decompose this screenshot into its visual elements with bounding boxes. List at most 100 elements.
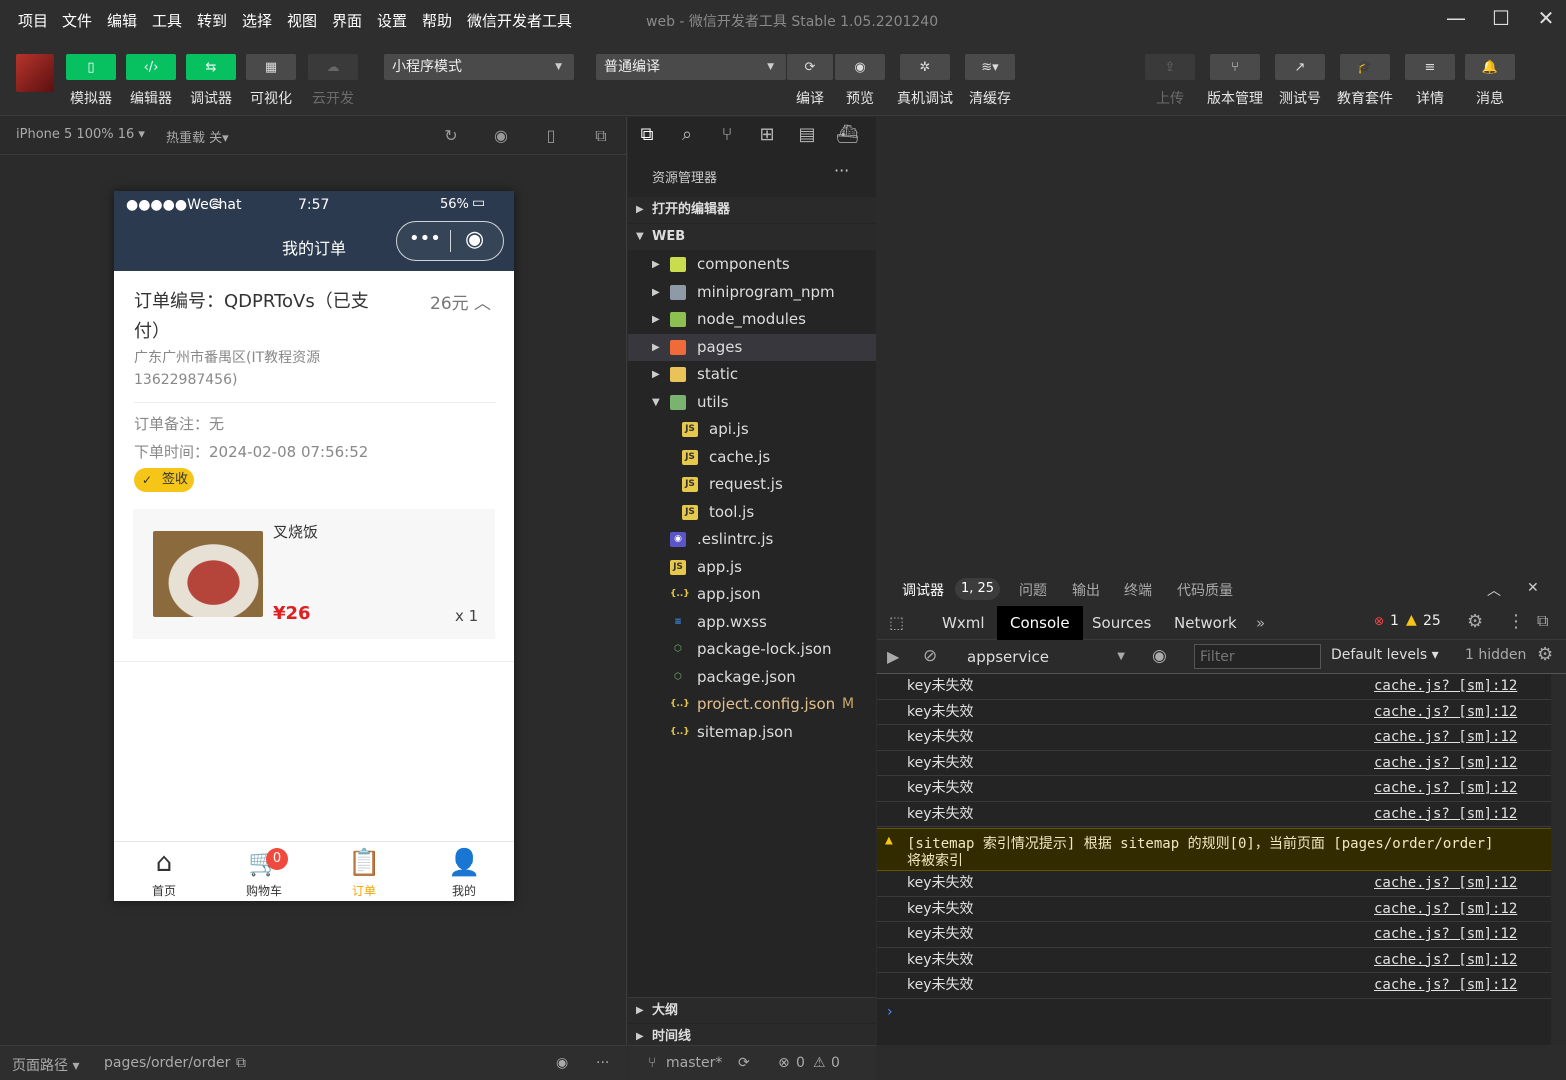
- menu-file[interactable]: 文件: [62, 10, 92, 31]
- warning-count[interactable]: 0: [831, 1055, 840, 1071]
- console-log-row[interactable]: key未失效 cache.js? [sm]:12: [877, 751, 1551, 776]
- compile-dropdown[interactable]: 普通编译 ▼: [596, 54, 786, 80]
- remote-debug-button[interactable]: ✲: [900, 54, 950, 80]
- console-warning-row[interactable]: ▲ [sitemap 索引情况提示] 根据 sitemap 的规则[0]，当前页…: [877, 828, 1551, 871]
- cloud-button[interactable]: ☁: [308, 54, 358, 80]
- debugger-button[interactable]: ⇆: [186, 54, 236, 80]
- messages-button[interactable]: 🔔: [1465, 54, 1515, 80]
- clear-console-icon[interactable]: ⊘: [923, 646, 937, 666]
- console-log-row[interactable]: key未失效 cache.js? [sm]:12: [877, 802, 1551, 827]
- git-branch[interactable]: master*: [666, 1055, 722, 1071]
- sync-icon[interactable]: ⟳: [738, 1055, 750, 1071]
- tree-folder[interactable]: ▶ miniprogram_npm: [628, 279, 876, 306]
- console-log-row[interactable]: key未失效 cache.js? [sm]:12: [877, 700, 1551, 725]
- error-count[interactable]: 1: [1390, 613, 1399, 629]
- more-tabs-icon[interactable]: »: [1243, 606, 1278, 640]
- tree-file[interactable]: ⬡ package-lock.json: [628, 636, 876, 663]
- menu-settings[interactable]: 设置: [377, 10, 407, 31]
- console-log-row[interactable]: key未失效 cache.js? [sm]:12: [877, 948, 1551, 973]
- tree-folder[interactable]: ▶ pages: [628, 333, 876, 361]
- close-mini-icon[interactable]: ◉: [465, 228, 484, 252]
- log-source-link[interactable]: cache.js? [sm]:12: [1374, 897, 1517, 922]
- tab-sources[interactable]: Sources: [1079, 606, 1164, 640]
- details-button[interactable]: ≡: [1405, 54, 1455, 80]
- log-source-link[interactable]: cache.js? [sm]:12: [1374, 776, 1517, 801]
- tab-wxml[interactable]: Wxml: [929, 606, 998, 640]
- tab-problems[interactable]: 问题: [1019, 580, 1047, 600]
- tree-folder[interactable]: ▼ utils: [628, 389, 876, 416]
- order-total[interactable]: 26元 ︿: [430, 289, 491, 314]
- more-icon[interactable]: ···: [834, 161, 849, 180]
- tree-file[interactable]: JS tool.js: [628, 499, 876, 526]
- preview-button[interactable]: ◉: [835, 54, 885, 80]
- kebab-icon[interactable]: ⋮: [1507, 611, 1525, 632]
- menu-view[interactable]: 视图: [287, 10, 317, 31]
- version-button[interactable]: ⑂: [1210, 54, 1260, 80]
- visual-button[interactable]: ▦: [246, 54, 296, 80]
- menu-edit[interactable]: 编辑: [107, 10, 137, 31]
- log-source-link[interactable]: cache.js? [sm]:12: [1374, 700, 1517, 725]
- tree-folder[interactable]: ▶ node_modules: [628, 306, 876, 333]
- rotate-icon[interactable]: ↻: [441, 126, 461, 146]
- compile-button[interactable]: ⟳: [787, 54, 833, 80]
- tab-orders[interactable]: 📋 订单: [314, 842, 414, 901]
- tree-file[interactable]: JS api.js: [628, 416, 876, 443]
- tab-code-quality[interactable]: 代码质量: [1177, 580, 1233, 600]
- save-icon[interactable]: ▤: [796, 124, 818, 146]
- simulator-button[interactable]: ▯: [66, 54, 116, 80]
- menu-tools[interactable]: 工具: [152, 10, 182, 31]
- extensions-icon[interactable]: ⊞: [756, 124, 778, 146]
- phone-icon[interactable]: ▯: [541, 126, 561, 146]
- outline-section[interactable]: ▶ 大纲: [628, 997, 876, 1023]
- order-item[interactable]: 叉烧饭 ¥26 x 1: [133, 509, 495, 639]
- copy-icon[interactable]: ⧉: [236, 1055, 246, 1071]
- tab-profile[interactable]: 👤 我的: [414, 842, 514, 901]
- menu-select[interactable]: 选择: [242, 10, 272, 31]
- docker-icon[interactable]: ⛴: [836, 124, 859, 146]
- log-source-link[interactable]: cache.js? [sm]:12: [1374, 725, 1517, 750]
- dock-icon[interactable]: ⧉: [1537, 611, 1548, 631]
- avatar[interactable]: [16, 54, 54, 92]
- tree-folder[interactable]: ▶ components: [628, 251, 876, 278]
- tab-debugger[interactable]: 调试器: [902, 580, 944, 600]
- menu-interface[interactable]: 界面: [332, 10, 362, 31]
- sidebar-toggle-icon[interactable]: ▶: [887, 647, 899, 666]
- hot-reload-select[interactable]: 热重载 关▾: [166, 127, 229, 146]
- mode-dropdown[interactable]: 小程序模式 ▼: [384, 54, 574, 80]
- tab-home[interactable]: ⌂ 首页: [114, 842, 214, 901]
- log-source-link[interactable]: cache.js? [sm]:12: [1374, 871, 1517, 896]
- gear-icon[interactable]: ⚙: [1537, 644, 1553, 665]
- menu-goto[interactable]: 转到: [197, 10, 227, 31]
- log-source-link[interactable]: cache.js? [sm]:12: [1374, 802, 1517, 827]
- log-source-link[interactable]: cache.js? [sm]:12: [1374, 674, 1517, 699]
- inspect-icon[interactable]: ⬚: [889, 613, 904, 632]
- close-icon[interactable]: ✕: [1532, 6, 1560, 34]
- files-icon[interactable]: ⧉: [636, 124, 658, 146]
- source-control-icon[interactable]: ⑂: [716, 124, 738, 146]
- tree-file[interactable]: {..} sitemap.json: [628, 719, 876, 746]
- minimize-icon[interactable]: —: [1442, 6, 1470, 34]
- console-scrollbar[interactable]: [1551, 674, 1566, 1045]
- error-count[interactable]: 0: [796, 1055, 805, 1071]
- menu-wechat-devtools[interactable]: 微信开发者工具: [467, 10, 572, 31]
- menu-help[interactable]: 帮助: [422, 10, 452, 31]
- log-source-link[interactable]: cache.js? [sm]:12: [1374, 751, 1517, 776]
- console-log-row[interactable]: key未失效 cache.js? [sm]:12: [877, 973, 1551, 999]
- open-editors-section[interactable]: ▶ 打开的编辑器: [628, 197, 876, 223]
- more-icon[interactable]: ···: [596, 1055, 609, 1071]
- tree-file[interactable]: ≡ app.wxss: [628, 609, 876, 636]
- gear-icon[interactable]: ⚙: [1467, 611, 1483, 632]
- log-levels-select[interactable]: Default levels ▾: [1331, 647, 1439, 663]
- tree-file[interactable]: JS cache.js: [628, 444, 876, 471]
- tree-file[interactable]: ⬡ package.json: [628, 664, 876, 691]
- editor-button[interactable]: ‹/›: [126, 54, 176, 80]
- console-log-row[interactable]: key未失效 cache.js? [sm]:12: [877, 897, 1551, 922]
- console-log-row[interactable]: key未失效 cache.js? [sm]:12: [877, 871, 1551, 897]
- tab-output[interactable]: 输出: [1072, 580, 1100, 600]
- test-account-button[interactable]: ↗: [1275, 54, 1325, 80]
- tree-file[interactable]: {..} app.json: [628, 581, 876, 608]
- tree-file[interactable]: JS request.js: [628, 471, 876, 498]
- log-source-link[interactable]: cache.js? [sm]:12: [1374, 948, 1517, 973]
- education-button[interactable]: 🎓: [1340, 54, 1390, 80]
- tab-cart[interactable]: 🛒 购物车: [214, 842, 314, 901]
